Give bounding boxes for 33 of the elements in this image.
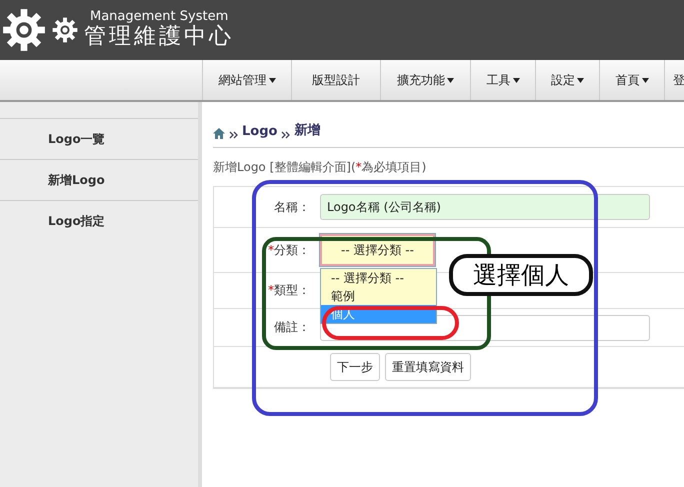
caret-icon — [512, 78, 520, 82]
dropdown-option[interactable]: -- 選擇分類 -- — [321, 269, 436, 287]
annotation-callout: 選擇個人 — [449, 254, 593, 296]
brand-title: 管理維護中心 — [84, 24, 234, 50]
sidebar-item[interactable]: Logo一覽 — [0, 118, 198, 159]
caret-icon — [642, 78, 648, 82]
nav-menu-item[interactable]: 網站管理 — [202, 60, 291, 100]
sidebar-item[interactable]: 新增Logo — [0, 159, 198, 200]
field-label: 備註： — [274, 319, 310, 336]
field-label: *類型： — [268, 282, 310, 299]
field-label: *分類： — [268, 242, 310, 258]
gear-icon — [52, 17, 78, 43]
home-icon[interactable] — [213, 128, 225, 139]
field-label: 名稱： — [274, 198, 310, 216]
chevron-icon — [229, 131, 238, 139]
nav-menu-item[interactable]: 擴充功能 — [380, 60, 470, 100]
breadcrumb-item[interactable]: Logo — [242, 124, 278, 139]
text-field[interactable]: Logo名稱 (公司名稱) — [320, 194, 650, 220]
chevron-icon — [281, 131, 290, 139]
nav-menu-item[interactable]: 設定 — [535, 60, 599, 100]
brand-subtitle: Management System — [89, 10, 230, 24]
sidebar-item[interactable]: Logo指定 — [0, 200, 198, 241]
caret-icon — [577, 78, 584, 82]
form-button[interactable]: 重置填寫資料 — [385, 353, 471, 381]
nav-menu-item[interactable]: 工具 — [470, 60, 535, 100]
nav-menu-item[interactable]: 版型設計 — [291, 60, 380, 100]
form-heading: 新增Logo [整體編輯介面](*為必填項目) — [213, 158, 426, 176]
breadcrumb-item: 新增 — [294, 122, 320, 139]
nav-menu-item[interactable]: 首頁 — [599, 60, 664, 100]
caret-icon — [447, 78, 454, 82]
form-button[interactable]: 下一步 — [330, 353, 380, 381]
dropdown-option[interactable]: 範例 — [321, 287, 436, 305]
caret-icon — [268, 78, 276, 82]
